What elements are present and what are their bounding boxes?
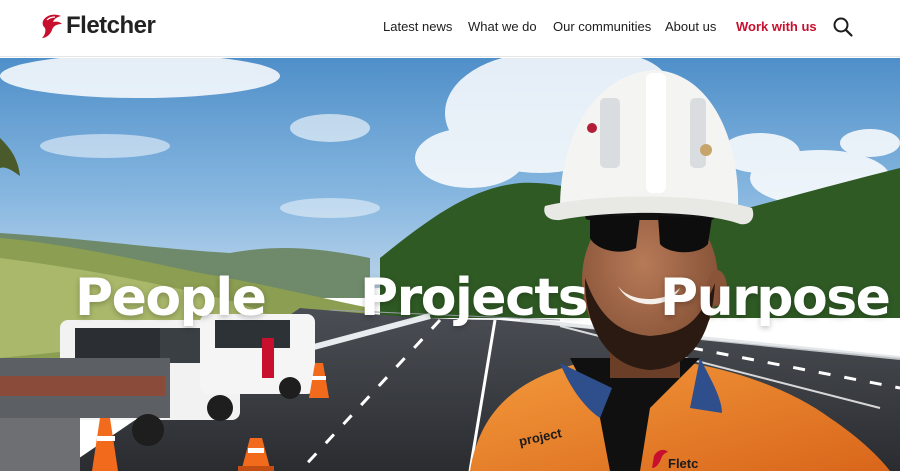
hero-word-projects: Projects [360, 268, 589, 328]
main-nav: Latest news What we do Our communities A… [0, 0, 900, 57]
nav-our-communities[interactable]: Our communities [553, 19, 651, 35]
search-icon [833, 17, 853, 37]
search-button[interactable] [832, 16, 854, 38]
hero-banner: project Fletc People Projects Purpose [0, 58, 900, 471]
nav-latest-news[interactable]: Latest news [383, 19, 452, 35]
hero-word-purpose: Purpose [660, 268, 891, 328]
nav-work-with-us[interactable]: Work with us [736, 19, 817, 35]
site-header: Fletcher Latest news What we do Our comm… [0, 0, 900, 57]
hero-photo: project Fletc [0, 58, 900, 471]
nav-what-we-do[interactable]: What we do [468, 19, 537, 35]
vest-logo-text: Fletc [668, 456, 698, 471]
hero-word-people: People [75, 268, 267, 328]
nav-about-us[interactable]: About us [665, 19, 716, 35]
